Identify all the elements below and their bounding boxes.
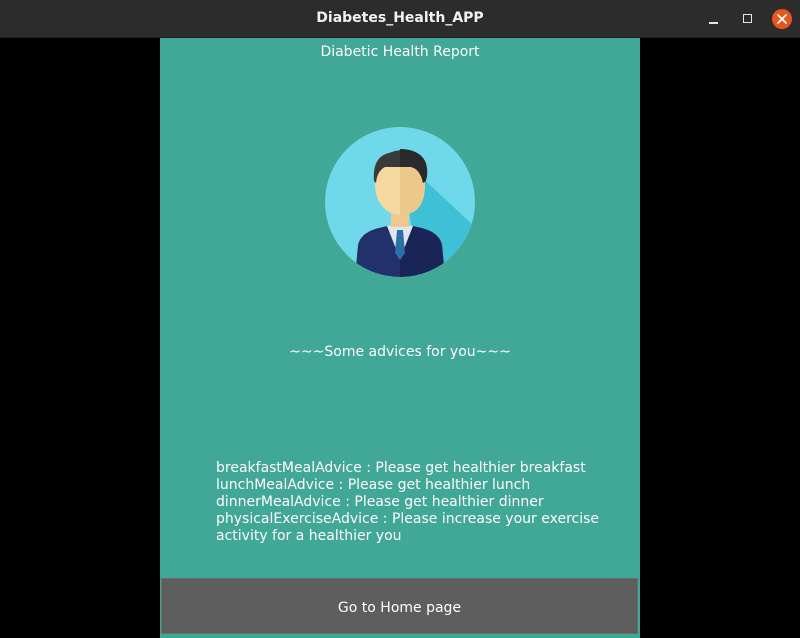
lunch-advice: lunchMealAdvice : Please get healthier l… (216, 477, 531, 493)
window-titlebar[interactable]: Diabetes_Health_APP (0, 0, 800, 38)
close-button[interactable] (772, 9, 792, 29)
businessman-avatar-icon (325, 127, 475, 277)
report-panel: Diabetic Health Report ~~~Some advices f… (160, 38, 640, 638)
advice-list: breakfastMealAdvice : Please get healthi… (216, 460, 616, 545)
go-home-button[interactable]: Go to Home page (161, 578, 638, 634)
minimize-icon (709, 22, 718, 24)
maximize-button[interactable] (738, 9, 758, 29)
maximize-icon (743, 14, 752, 23)
page-title: Diabetic Health Report (320, 44, 480, 60)
exercise-advice: physicalExerciseAdvice : Please increase… (216, 511, 600, 544)
breakfast-advice: breakfastMealAdvice : Please get healthi… (216, 460, 586, 476)
minimize-button[interactable] (704, 9, 724, 29)
advice-heading: ~~~Some advices for you~~~ (289, 344, 511, 360)
close-icon (777, 14, 787, 24)
dinner-advice: dinnerMealAdvice : Please get healthier … (216, 494, 544, 510)
window-title: Diabetes_Health_APP (316, 10, 484, 26)
